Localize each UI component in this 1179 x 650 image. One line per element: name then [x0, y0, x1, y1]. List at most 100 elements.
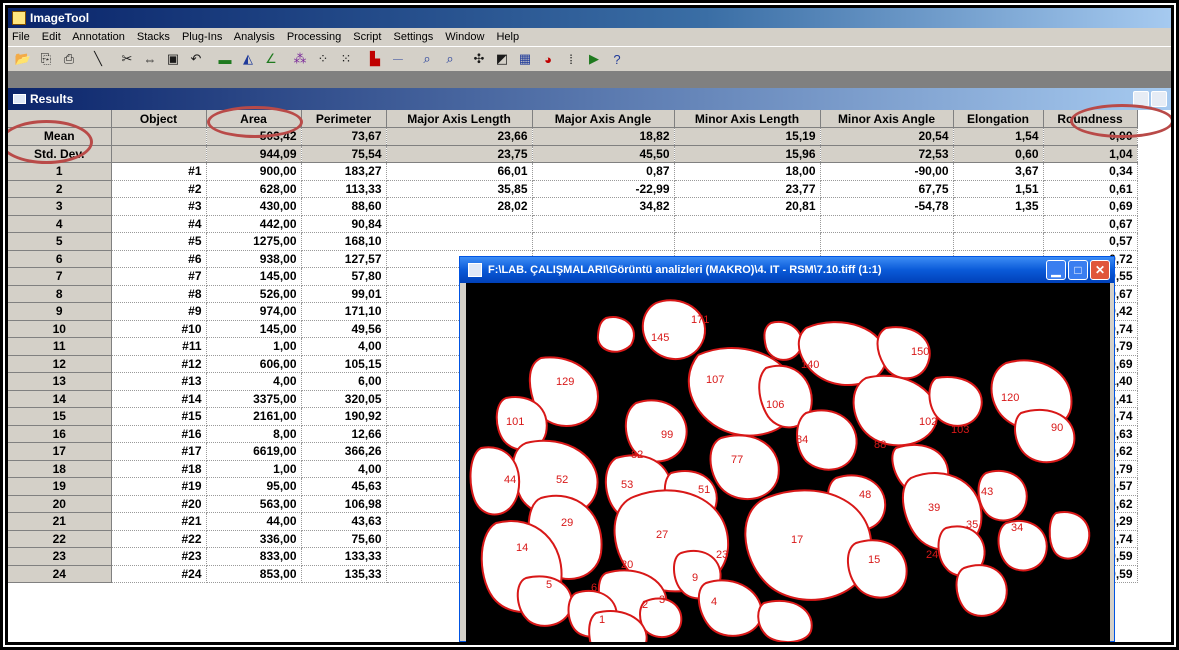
line-tool-icon[interactable]: ╲	[87, 48, 109, 70]
table-cell[interactable]: 8,00	[206, 425, 302, 443]
table-cell[interactable]	[953, 232, 1044, 251]
stat-cell[interactable]: 15,19	[674, 127, 821, 146]
table-cell[interactable]: #24	[111, 565, 207, 583]
binary-icon[interactable]: ⁞	[560, 48, 582, 70]
table-cell[interactable]: 49,56	[301, 320, 387, 338]
table-cell[interactable]: #21	[111, 512, 207, 531]
table-cell[interactable]: #7	[111, 267, 207, 286]
threshold-icon[interactable]: ✣	[468, 48, 490, 70]
table-cell[interactable]: 113,33	[301, 180, 387, 198]
table-cell[interactable]: 1,00	[206, 460, 302, 478]
table-cell[interactable]: 900,00	[206, 162, 302, 181]
row-number[interactable]: 12	[8, 355, 112, 373]
table-cell[interactable]: 88,60	[301, 197, 387, 216]
table-cell[interactable]	[532, 215, 675, 233]
row-number[interactable]: 21	[8, 512, 112, 531]
table-cell[interactable]: 1,35	[953, 197, 1044, 216]
table-cell[interactable]: 171,10	[301, 302, 387, 321]
print-icon[interactable]: ⎙	[58, 48, 80, 70]
table-cell[interactable]: 66,01	[386, 162, 533, 181]
stat-cell[interactable]: 944,09	[206, 145, 302, 163]
table-cell[interactable]: #19	[111, 477, 207, 496]
menu-analysis[interactable]: Analysis	[234, 31, 275, 43]
table-cell[interactable]: 145,00	[206, 320, 302, 338]
table-cell[interactable]: #6	[111, 250, 207, 268]
table-cell[interactable]: #11	[111, 337, 207, 356]
close-button[interactable]: ✕	[1090, 260, 1110, 280]
table-cell[interactable]: #16	[111, 425, 207, 443]
image-titlebar[interactable]: F:\LAB. ÇALIŞMALARI\Görüntü analizleri (…	[460, 257, 1114, 283]
angle-tool-icon[interactable]: ∠	[260, 48, 282, 70]
menu-file[interactable]: File	[12, 31, 30, 43]
freehand-tool-icon[interactable]: ◭	[237, 48, 259, 70]
stat-cell[interactable]: 72,53	[820, 145, 954, 163]
table-cell[interactable]: 526,00	[206, 285, 302, 303]
point-tool-icon[interactable]: ⁂	[289, 48, 311, 70]
row-number[interactable]: 18	[8, 460, 112, 478]
stat-cell[interactable]	[111, 145, 207, 163]
table-cell[interactable]: 99,01	[301, 285, 387, 303]
table-cell[interactable]	[532, 232, 675, 251]
table-cell[interactable]: 563,00	[206, 495, 302, 513]
maximize-icon[interactable]	[1151, 91, 1167, 107]
table-cell[interactable]: 75,60	[301, 530, 387, 548]
table-cell[interactable]: 67,75	[820, 180, 954, 198]
table-cell[interactable]: #5	[111, 232, 207, 251]
stat-cell[interactable]: 75,54	[301, 145, 387, 163]
table-cell[interactable]: 0,87	[532, 162, 675, 181]
table-cell[interactable]: 57,80	[301, 267, 387, 286]
row-number[interactable]: 20	[8, 495, 112, 513]
paste-icon[interactable]: ⇔	[139, 48, 161, 70]
scatter-icon[interactable]: ⁙	[335, 48, 357, 70]
row-number[interactable]: 7	[8, 267, 112, 286]
table-cell[interactable]	[386, 232, 533, 251]
table-cell[interactable]: 606,00	[206, 355, 302, 373]
row-number[interactable]: 23	[8, 547, 112, 566]
row-number[interactable]: 24	[8, 565, 112, 583]
table-cell[interactable]: 3375,00	[206, 390, 302, 408]
row-number[interactable]: 15	[8, 407, 112, 426]
table-cell[interactable]: #4	[111, 215, 207, 233]
menu-script[interactable]: Script	[353, 31, 381, 43]
profile-icon[interactable]: ⏤	[387, 48, 409, 70]
table-cell[interactable]	[386, 215, 533, 233]
table-cell[interactable]: 145,00	[206, 267, 302, 286]
table-cell[interactable]: 90,84	[301, 215, 387, 233]
table-cell[interactable]	[674, 215, 821, 233]
table-cell[interactable]: 45,63	[301, 477, 387, 496]
table-cell[interactable]: 3,67	[953, 162, 1044, 181]
table-cell[interactable]: 190,92	[301, 407, 387, 426]
table-cell[interactable]: 938,00	[206, 250, 302, 268]
table-cell[interactable]: 853,00	[206, 565, 302, 583]
table-cell[interactable]: 0,34	[1043, 162, 1138, 181]
row-number[interactable]: 11	[8, 337, 112, 356]
table-cell[interactable]: #8	[111, 285, 207, 303]
zoom-out-icon[interactable]: ⌕	[439, 48, 461, 70]
table-cell[interactable]: 35,85	[386, 180, 533, 198]
spray-icon[interactable]: ⁘	[312, 48, 334, 70]
app-titlebar[interactable]: ImageTool	[8, 8, 1171, 28]
table-cell[interactable]: 106,98	[301, 495, 387, 513]
row-number[interactable]: 13	[8, 372, 112, 391]
table-cell[interactable]: #18	[111, 460, 207, 478]
help-icon[interactable]: ?	[606, 48, 628, 70]
zoom-in-icon[interactable]: ⌕	[416, 48, 438, 70]
table-cell[interactable]: 20,81	[674, 197, 821, 216]
table-cell[interactable]: 95,00	[206, 477, 302, 496]
table-cell[interactable]: 6,00	[301, 372, 387, 391]
col-major-axis-angle[interactable]: Major Axis Angle	[532, 110, 675, 128]
table-cell[interactable]: 833,00	[206, 547, 302, 566]
table-cell[interactable]: 23,77	[674, 180, 821, 198]
table-cell[interactable]: 18,00	[674, 162, 821, 181]
table-cell[interactable]: #14	[111, 390, 207, 408]
row-number[interactable]: 14	[8, 390, 112, 408]
row-number[interactable]: 3	[8, 197, 112, 216]
row-number[interactable]: 22	[8, 530, 112, 548]
table-cell[interactable]: #13	[111, 372, 207, 391]
table-cell[interactable]: #17	[111, 442, 207, 461]
table-cell[interactable]: #3	[111, 197, 207, 216]
table-cell[interactable]: 4,00	[301, 337, 387, 356]
table-cell[interactable]: 0,57	[1043, 232, 1138, 251]
stat-cell[interactable]: 0,60	[953, 145, 1044, 163]
col-perimeter[interactable]: Perimeter	[301, 110, 387, 128]
